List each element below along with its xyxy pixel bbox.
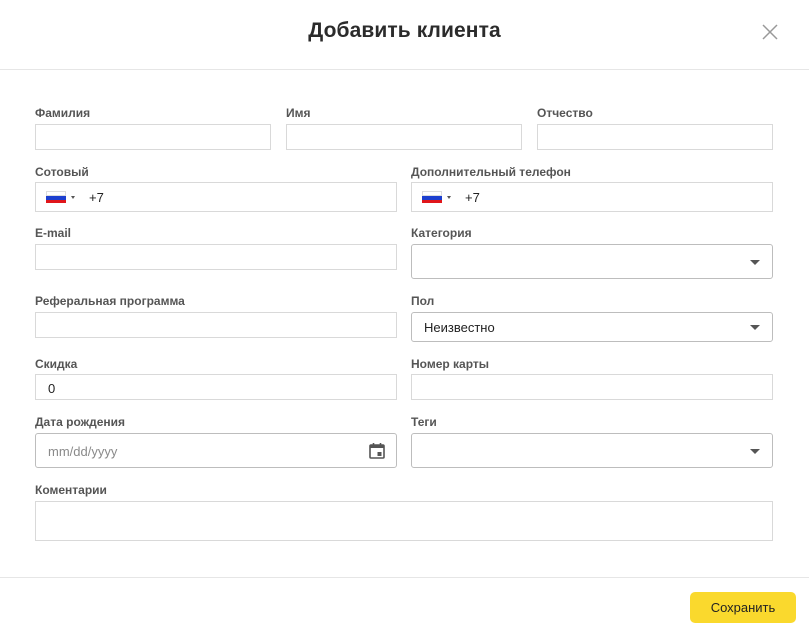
chevron-down-icon [750,260,760,265]
gender-label: Пол [411,294,435,308]
mobile-phone-input[interactable]: +7 [35,182,397,212]
gender-select[interactable]: Неизвестно [411,312,773,342]
birth-date-placeholder: mm/dd/yyyy [48,444,118,459]
mobile-label: Сотовый [35,165,89,179]
calendar-icon[interactable] [368,442,386,460]
email-input[interactable] [35,244,397,270]
footer-divider [0,577,809,578]
email-label: E-mail [35,226,72,240]
comments-textarea[interactable] [35,501,773,541]
tags-label: Теги [411,415,437,429]
caret-down-icon [71,195,75,199]
discount-label: Скидка [35,357,78,371]
first-name-input[interactable] [286,124,522,150]
extra-phone-label: Дополнительный телефон [411,165,571,179]
dial-code: +7 [89,190,104,205]
patronymic-label: Отчество [537,106,593,120]
referral-input[interactable] [35,312,397,338]
last-name-input[interactable] [35,124,271,150]
card-number-label: Номер карты [411,357,490,371]
dial-code: +7 [465,190,480,205]
dialog-title: Добавить клиента [308,19,501,42]
chevron-down-icon [750,325,760,330]
chevron-down-icon [750,449,760,454]
close-icon[interactable] [760,22,780,42]
comments-label: Коментарии [35,483,107,497]
patronymic-input[interactable] [537,124,773,150]
category-label: Категория [411,226,472,240]
dialog-header: Добавить клиента [0,0,809,70]
russia-flag-icon [422,191,442,203]
birth-date-label: Дата рождения [35,415,126,429]
referral-label: Реферальная программа [35,294,185,308]
category-select[interactable] [411,244,773,279]
first-name-label: Имя [286,106,311,120]
tags-select[interactable] [411,433,773,468]
extra-phone-input[interactable]: +7 [411,182,773,212]
save-button[interactable]: Сохранить [690,592,796,623]
caret-down-icon [447,195,451,199]
country-selector[interactable] [46,183,75,211]
last-name-label: Фамилия [35,106,91,120]
card-number-input[interactable] [411,374,773,400]
russia-flag-icon [46,191,66,203]
country-selector[interactable] [422,183,451,211]
birth-date-input[interactable]: mm/dd/yyyy [35,433,397,468]
discount-input[interactable]: 0 [35,374,397,400]
